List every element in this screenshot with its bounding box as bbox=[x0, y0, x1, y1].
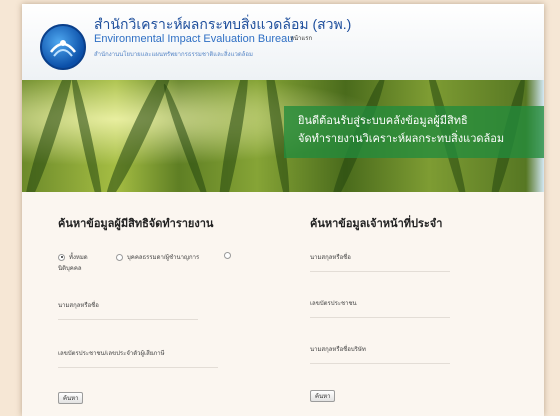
radio-juristic-button[interactable] bbox=[224, 252, 231, 259]
licensee-id-label: เลขบัตรประชาชน/เลขประจำตัวผู้เสียภาษี bbox=[58, 351, 165, 357]
company-name-label: นามสกุลหรือชื่อบริษัท bbox=[310, 347, 366, 353]
licensee-search-button[interactable]: ค้นหา bbox=[58, 392, 84, 404]
parent-organization-name: สำนักงานนโยบายและแผนทรัพยากรธรรมชาติและส… bbox=[94, 52, 253, 58]
banner-line-1: ยินดีต้อนรับสู่ระบบคลังข้อมูลผู้มีสิทธิ bbox=[298, 115, 468, 127]
officer-name-label: นามสกุลหรือชื่อ bbox=[310, 255, 351, 261]
licensee-name-input[interactable] bbox=[58, 310, 198, 320]
officer-id-label: เลขบัตรประชาชน bbox=[310, 301, 357, 307]
search-content: ค้นหาข้อมูลผู้มีสิทธิจัดทำรายงาน ทั้งหมด… bbox=[22, 192, 544, 416]
radio-individual-expert-label: บุคคลธรรมดา/ผู้ชำนาญการ bbox=[127, 255, 200, 261]
radio-individual-expert[interactable]: บุคคลธรรมดา/ผู้ชำนาญการ bbox=[116, 252, 199, 262]
officer-id-input[interactable] bbox=[310, 308, 450, 318]
officer-search-title: ค้นหาข้อมูลเจ้าหน้าที่ประจำ bbox=[310, 218, 443, 230]
banner-line-2: จัดทำรายงานวิเคราะห์ผลกระทบสิ่งแวดล้อม bbox=[298, 133, 505, 145]
radio-individual-expert-button[interactable] bbox=[116, 253, 123, 261]
organization-logo-icon[interactable] bbox=[40, 24, 86, 70]
organization-name-english: Environmental Impact Evaluation Bureau bbox=[94, 33, 294, 45]
licensee-search-title: ค้นหาข้อมูลผู้มีสิทธิจัดทำรายงาน bbox=[58, 218, 214, 230]
licensee-id-input[interactable] bbox=[58, 358, 218, 368]
site-header: สำนักวิเคราะห์ผลกระทบสิ่งแวดล้อม (สวพ.) … bbox=[22, 4, 544, 80]
home-link[interactable]: หน้าแรก bbox=[290, 33, 312, 43]
licensee-name-label: นามสกุลหรือชื่อ bbox=[58, 303, 99, 309]
officer-search-button[interactable]: ค้นหา bbox=[310, 390, 336, 402]
radio-all[interactable]: ทั้งหมด bbox=[58, 252, 88, 262]
banner-welcome-text: ยินดีต้อนรับสู่ระบบคลังข้อมูลผู้มีสิทธิ … bbox=[284, 106, 544, 158]
company-name-input[interactable] bbox=[310, 354, 450, 364]
officer-name-input[interactable] bbox=[310, 262, 450, 272]
radio-all-label: ทั้งหมด bbox=[69, 255, 88, 261]
radio-all-button[interactable] bbox=[58, 253, 65, 261]
welcome-banner: ยินดีต้อนรับสู่ระบบคลังข้อมูลผู้มีสิทธิ … bbox=[22, 80, 544, 192]
page-frame: สำนักวิเคราะห์ผลกระทบสิ่งแวดล้อม (สวพ.) … bbox=[22, 4, 544, 416]
radio-juristic-label: นิติบุคคล bbox=[58, 266, 82, 272]
